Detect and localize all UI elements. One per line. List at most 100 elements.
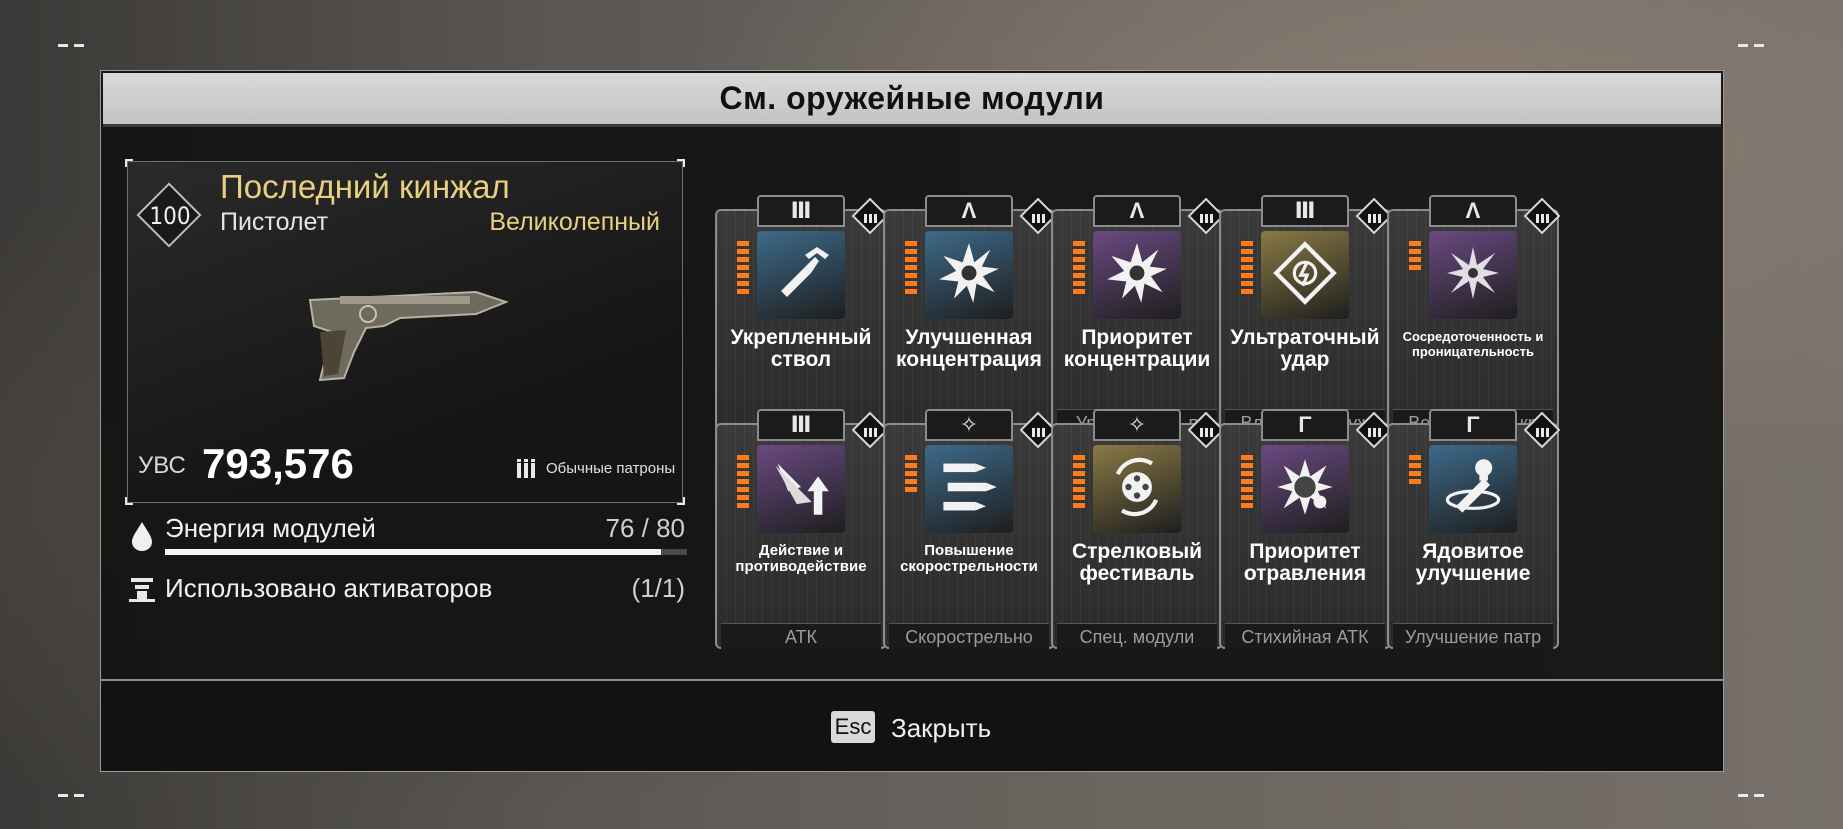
module-category: АТК	[721, 623, 881, 649]
module-name: Повышение скорострельности	[900, 542, 1038, 575]
module-tier-tab: Ⅲ	[757, 409, 845, 441]
socket-dots	[1029, 423, 1047, 437]
energy-bar	[165, 549, 687, 555]
pistol-image	[308, 290, 509, 382]
capacity-pip	[1073, 257, 1085, 262]
capacity-pip	[905, 249, 917, 254]
module-icon-box	[1261, 445, 1349, 533]
capacity-pip	[1241, 455, 1253, 460]
module-tier-icon: ✧	[959, 412, 979, 437]
capacity-pip	[905, 487, 917, 492]
socket-dots	[1029, 209, 1047, 223]
capacity-pip	[1241, 487, 1253, 492]
module-tier-tab: Λ	[1093, 195, 1181, 227]
capacity-pip	[737, 495, 749, 500]
capacity-pip	[1241, 281, 1253, 286]
module-card[interactable]: Ⅲ Укрепленный ствол	[715, 195, 889, 435]
capacity-pip	[737, 257, 749, 262]
uvs-value: 793,576	[202, 440, 354, 487]
weapon-level: 100	[149, 202, 191, 230]
module-name: Действие и противодействие	[735, 542, 867, 575]
capacity-pip	[737, 265, 749, 270]
module-card[interactable]: Γ Приоритет отравления Стихийная АТК	[1219, 409, 1393, 649]
weapon-type: Пистолет	[220, 208, 329, 236]
module-card[interactable]: Λ Улучшенная концентрация	[883, 195, 1057, 435]
socket-dots	[1197, 209, 1215, 223]
module-card[interactable]: ✧ Стрелковый фестиваль Спец. модули	[1051, 409, 1225, 649]
module-card[interactable]: ⅢУльтраточный ударВладение оруж	[1219, 195, 1393, 435]
frame-corner-mark	[1738, 44, 1766, 48]
activator-label: Использовано активаторов	[165, 573, 493, 603]
activator-icon	[129, 578, 155, 602]
socket-dots	[861, 423, 879, 437]
module-capacity-pips	[737, 241, 749, 297]
module-capacity-pips	[1241, 455, 1253, 511]
activator-value: (1/1)	[631, 573, 685, 603]
capacity-pip	[737, 471, 749, 476]
module-tier-tab: Ⅲ	[757, 195, 845, 227]
module-tier-tab: Γ	[1261, 409, 1349, 441]
module-tier-tab: Λ	[925, 195, 1013, 227]
capacity-pip	[1241, 471, 1253, 476]
module-name: Стрелковый фестиваль	[1071, 540, 1203, 585]
module-name: Приоритет концентрации	[1063, 326, 1211, 371]
close-button[interactable]: Закрыть	[891, 713, 991, 744]
capacity-pip	[1073, 479, 1085, 484]
capacity-pip	[1241, 463, 1253, 468]
title-bar: См. оружейные модули	[103, 73, 1721, 127]
activator-row: Использовано активаторов (1/1)	[127, 573, 687, 609]
capacity-pip	[737, 487, 749, 492]
capacity-pip	[1409, 265, 1421, 270]
module-name: Ультраточный удар	[1230, 326, 1380, 371]
capacity-pip	[1241, 479, 1253, 484]
capacity-pip	[737, 463, 749, 468]
module-category: Скорострельно	[889, 623, 1049, 649]
capacity-pip	[1241, 249, 1253, 254]
capacity-pip	[1409, 463, 1421, 468]
socket-dots	[861, 209, 879, 223]
module-icon-box	[757, 231, 845, 319]
module-card[interactable]: ΛПриоритет концентрацииУрон от крит. п	[1051, 195, 1225, 435]
module-tier-tab: Ⅲ	[1261, 195, 1349, 227]
bottom-bar: Esc Закрыть	[101, 679, 1723, 771]
capacity-pip	[1409, 479, 1421, 484]
card-bracket	[677, 497, 685, 505]
capacity-pip	[905, 281, 917, 286]
module-icon-box	[925, 445, 1013, 533]
module-card[interactable]: Ⅲ Действие и противодействие АТК	[715, 409, 889, 649]
module-tier-icon: Ⅲ	[790, 198, 812, 223]
module-card[interactable]: Γ Ядовитое улучшение Улучшение патр	[1387, 409, 1561, 649]
frame-corner-mark	[1738, 794, 1766, 798]
capacity-pip	[1241, 495, 1253, 500]
weapon-modules-dialog: См. оружейные модули 100 Последний кинжа…	[100, 70, 1724, 772]
capacity-pip	[1073, 241, 1085, 246]
module-icon-box	[925, 231, 1013, 319]
capacity-pip	[1409, 257, 1421, 262]
module-tier-icon: ✧	[1127, 412, 1147, 437]
module-capacity-pips	[905, 455, 917, 495]
dialog-title: См. оружейные модули	[719, 80, 1105, 116]
capacity-pip	[1409, 249, 1421, 254]
diamond-target-icon	[1273, 240, 1337, 310]
module-tier-tab: ✧	[1093, 409, 1181, 441]
capacity-pip	[905, 479, 917, 484]
socket-dots	[1197, 423, 1215, 437]
esc-key[interactable]: Esc	[831, 711, 875, 743]
weapon-rarity: Великолепный	[489, 208, 660, 236]
capacity-pip	[905, 289, 917, 294]
capacity-pip	[905, 241, 917, 246]
capacity-pip	[905, 463, 917, 468]
module-name: Ядовитое улучшение	[1415, 540, 1531, 585]
module-icon-box	[1429, 231, 1517, 319]
frame-corner-mark	[58, 794, 86, 798]
card-bracket	[677, 159, 685, 167]
capacity-pip	[1241, 273, 1253, 278]
module-card[interactable]: ΛСосредоточенность и проницательностьВер…	[1387, 195, 1561, 435]
ammo-icon	[517, 459, 535, 478]
energy-value: 76 / 80	[605, 513, 685, 543]
capacity-pip	[905, 471, 917, 476]
module-icon-box	[1261, 231, 1349, 319]
module-card[interactable]: ✧ Повышение скорострельности Скорострельно	[883, 409, 1057, 649]
bullets-icon	[937, 455, 1001, 524]
capacity-pip	[1241, 241, 1253, 246]
